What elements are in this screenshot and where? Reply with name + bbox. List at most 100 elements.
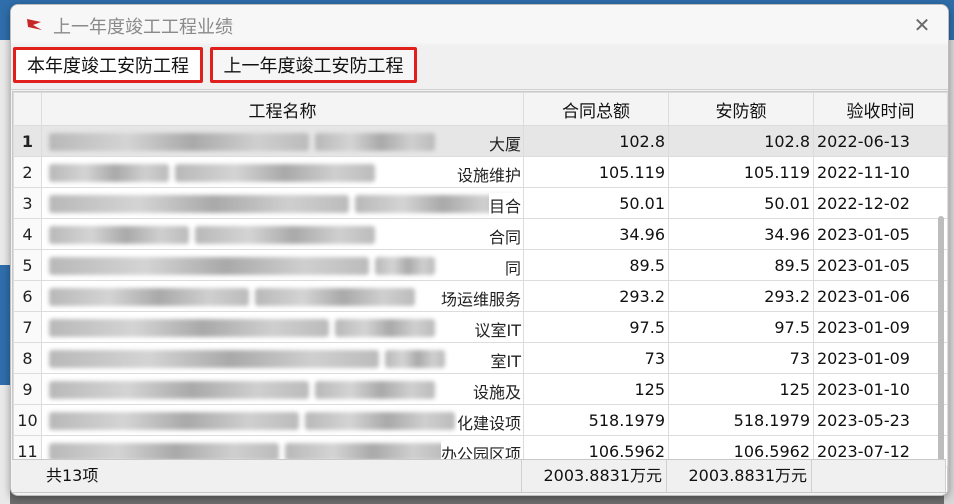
- redacted-text: [49, 380, 309, 399]
- summary-bar: 共13项 2003.8831万元 2003.8831万元: [12, 459, 946, 492]
- security-amount-cell[interactable]: 125: [668, 373, 814, 405]
- redacted-text: [49, 194, 349, 213]
- header-rownum[interactable]: [13, 92, 42, 126]
- project-name-cell[interactable]: 合同: [41, 218, 524, 250]
- table-row[interactable]: 5 同 89.5 89.5 2023-01-05: [13, 249, 948, 281]
- project-name-cell[interactable]: 议室IT: [41, 311, 524, 343]
- redacted-text: [49, 132, 309, 151]
- security-amount-cell[interactable]: 105.119: [668, 156, 814, 188]
- row-number: 2: [13, 156, 42, 188]
- total-count: 共13项: [42, 460, 522, 492]
- project-name-cell[interactable]: 室IT: [41, 342, 524, 374]
- project-name-cell[interactable]: 设施维护: [41, 156, 524, 188]
- security-amount-cell[interactable]: 518.1979: [668, 404, 814, 436]
- project-dialog: 上一年度竣工工程业绩 ✕ 本年度竣工安防工程 上一年度竣工安防工程 工程名称 合…: [10, 4, 949, 496]
- background-window-left: [0, 40, 10, 504]
- table-row[interactable]: 8 室IT 73 73 2023-01-09: [13, 342, 948, 374]
- redacted-text: [305, 411, 455, 430]
- acceptance-date-cell[interactable]: 2023-01-05: [813, 218, 948, 250]
- project-name-cell[interactable]: 大厦: [41, 125, 524, 157]
- contract-total-cell[interactable]: 89.5: [523, 249, 669, 281]
- project-name-cell[interactable]: 同: [41, 249, 524, 281]
- redacted-text: [335, 318, 435, 337]
- security-amount-cell[interactable]: 34.96: [668, 218, 814, 250]
- redacted-text: [315, 132, 435, 151]
- date-sum-empty: [812, 460, 946, 492]
- table-row[interactable]: 7 议室IT 97.5 97.5 2023-01-09: [13, 311, 948, 343]
- security-amount-cell[interactable]: 293.2: [668, 280, 814, 312]
- table-row[interactable]: 9 设施及 125 125 2023-01-10: [13, 373, 948, 405]
- table-row[interactable]: 1 大厦 102.8 102.8 2022-06-13: [13, 125, 948, 157]
- contract-total-cell[interactable]: 73: [523, 342, 669, 374]
- row-number: 1: [13, 125, 42, 157]
- project-name-visible: 设施及: [472, 379, 521, 403]
- security-amount-cell[interactable]: 50.01: [668, 187, 814, 219]
- redacted-text: [49, 318, 329, 337]
- vertical-scrollbar[interactable]: [938, 216, 944, 464]
- project-name-cell[interactable]: 化建设项: [41, 404, 524, 436]
- tab-bar: 本年度竣工安防工程 上一年度竣工安防工程: [11, 45, 948, 90]
- project-name-visible: 合同: [488, 224, 521, 248]
- contract-total-cell[interactable]: 518.1979: [523, 404, 669, 436]
- header-security-amount[interactable]: 安防额: [668, 92, 814, 126]
- project-name-visible: 化建设项: [456, 410, 521, 434]
- contract-total-cell[interactable]: 34.96: [523, 218, 669, 250]
- acceptance-date-cell[interactable]: 2023-01-09: [813, 311, 948, 343]
- acceptance-date-cell[interactable]: 2022-12-02: [813, 187, 948, 219]
- security-amount-cell[interactable]: 89.5: [668, 249, 814, 281]
- project-name-cell[interactable]: 目合: [41, 187, 524, 219]
- table-row[interactable]: 3 目合 50.01 50.01 2022-12-02: [13, 187, 948, 219]
- project-name-cell[interactable]: 场运维服务: [41, 280, 524, 312]
- redacted-text: [375, 256, 435, 275]
- acceptance-date-cell[interactable]: 2023-01-09: [813, 342, 948, 374]
- redacted-text: [49, 163, 169, 182]
- app-flag-icon: [27, 19, 42, 30]
- header-project-name[interactable]: 工程名称: [41, 92, 524, 126]
- header-acceptance-date[interactable]: 验收时间: [813, 92, 948, 126]
- redacted-text: [49, 256, 369, 275]
- contract-total-cell[interactable]: 125: [523, 373, 669, 405]
- table-row[interactable]: 2 设施维护 105.119 105.119 2022-11-10: [13, 156, 948, 188]
- header-contract-total[interactable]: 合同总额: [523, 92, 669, 126]
- redacted-text: [255, 287, 415, 306]
- contract-total-cell[interactable]: 105.119: [523, 156, 669, 188]
- contract-total-cell[interactable]: 102.8: [523, 125, 669, 157]
- row-number: 4: [13, 218, 42, 250]
- acceptance-date-cell[interactable]: 2023-01-06: [813, 280, 948, 312]
- security-amount-cell[interactable]: 102.8: [668, 125, 814, 157]
- project-name-visible: 设施维护: [456, 162, 521, 186]
- redacted-text: [385, 349, 445, 368]
- contract-total-cell[interactable]: 293.2: [523, 280, 669, 312]
- row-number: 10: [13, 404, 42, 436]
- close-button[interactable]: ✕: [906, 9, 938, 41]
- acceptance-date-cell[interactable]: 2022-11-10: [813, 156, 948, 188]
- row-number: 3: [13, 187, 42, 219]
- tab-current-year[interactable]: 本年度竣工安防工程: [13, 47, 203, 83]
- security-amount-cell[interactable]: 97.5: [668, 311, 814, 343]
- redacted-text: [49, 349, 379, 368]
- window-title: 上一年度竣工工程业绩: [53, 17, 233, 38]
- project-name-visible: 议室IT: [474, 317, 521, 341]
- row-number: 9: [13, 373, 42, 405]
- project-name-visible: 目合: [488, 193, 521, 217]
- project-name-visible: 大厦: [488, 131, 521, 155]
- tab-last-year[interactable]: 上一年度竣工安防工程: [210, 47, 417, 83]
- close-icon: ✕: [913, 13, 931, 37]
- project-name-cell[interactable]: 设施及: [41, 373, 524, 405]
- acceptance-date-cell[interactable]: 2022-06-13: [813, 125, 948, 157]
- contract-total-cell[interactable]: 97.5: [523, 311, 669, 343]
- acceptance-date-cell[interactable]: 2023-01-10: [813, 373, 948, 405]
- project-name-visible: 室IT: [490, 348, 521, 372]
- acceptance-date-cell[interactable]: 2023-01-05: [813, 249, 948, 281]
- security-amount-cell[interactable]: 73: [668, 342, 814, 374]
- table-row[interactable]: 10 化建设项 518.1979 518.1979 2023-05-23: [13, 404, 948, 436]
- redacted-text: [315, 380, 435, 399]
- row-number: 6: [13, 280, 42, 312]
- table-row[interactable]: 6 场运维服务 293.2 293.2 2023-01-06: [13, 280, 948, 312]
- title-bar: 上一年度竣工工程业绩 ✕: [11, 5, 948, 43]
- redacted-text: [49, 287, 249, 306]
- project-name-visible: 场运维服务: [440, 286, 521, 310]
- table-row[interactable]: 4 合同 34.96 34.96 2023-01-05: [13, 218, 948, 250]
- contract-total-cell[interactable]: 50.01: [523, 187, 669, 219]
- acceptance-date-cell[interactable]: 2023-05-23: [813, 404, 948, 436]
